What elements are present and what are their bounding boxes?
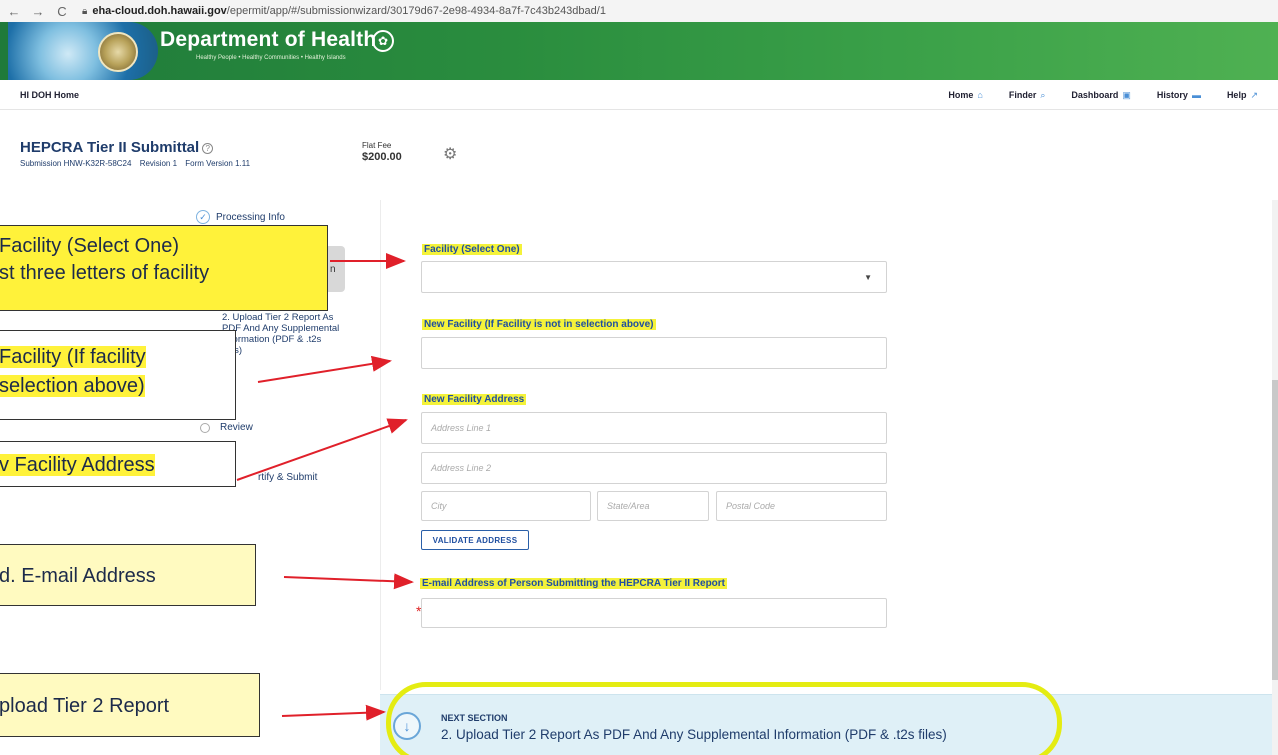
state-input[interactable]: State/Area	[597, 491, 709, 521]
nav-home[interactable]: Home ⌂	[948, 90, 982, 101]
city-input[interactable]: City	[421, 491, 591, 521]
banner-subtitle: Healthy People • Healthy Communities • H…	[196, 55, 346, 61]
submission-id: Submission HNW-K32R-58C24	[20, 159, 132, 168]
top-menu: Home ⌂ Finder ⌕ Dashboard ▣ History ▬ Help ↗	[948, 90, 1258, 101]
step-processing-info[interactable]: ✓ Processing Info	[196, 210, 285, 224]
nav-history[interactable]: History ▬	[1157, 90, 1201, 101]
url-host: eha-cloud.doh.hawaii.gov	[92, 5, 227, 17]
nav-dashboard[interactable]: Dashboard ▣	[1071, 90, 1131, 101]
callout-facility-select: Facility (Select One) st three letters o…	[0, 225, 328, 311]
revision: Revision 1	[139, 159, 178, 168]
callout-new-facility-address: v Facility Address	[0, 441, 236, 487]
chevron-down-icon: ▼	[864, 273, 872, 282]
banner-title: Department of Health	[160, 28, 377, 51]
arrow-to-next-section	[281, 704, 386, 721]
new-facility-label: New Facility (If Facility is not in sele…	[422, 319, 656, 330]
reload-icon[interactable]: C	[52, 4, 72, 19]
forward-icon[interactable]: →	[28, 4, 48, 19]
yellow-highlight-ring	[386, 682, 1062, 755]
step-circle-icon	[200, 422, 210, 433]
facility-select[interactable]: ▼	[421, 261, 887, 293]
browser-toolbar: ← → C 🔒︎ eha-cloud.doh.hawaii.gov/epermi…	[0, 0, 1278, 22]
external-link-icon: ↗	[1250, 90, 1258, 100]
email-input[interactable]	[421, 598, 887, 628]
dashboard-icon: ▣	[1122, 90, 1131, 100]
new-facility-address-label: New Facility Address	[422, 394, 527, 405]
back-icon[interactable]: ←	[4, 4, 24, 19]
search-icon: ⌕	[1040, 90, 1046, 100]
sidebar-divider	[380, 200, 381, 690]
arrow-to-new-facility	[257, 355, 392, 383]
step-active-label: n	[330, 264, 336, 275]
gear-icon[interactable]: ⚙	[443, 144, 457, 164]
callout-new-facility: Facility (If facility selection above)	[0, 330, 236, 420]
form-version: Form Version 1.11	[185, 159, 251, 168]
callout-email-address: d. E-mail Address	[0, 544, 256, 606]
arrow-to-email	[283, 573, 414, 590]
check-circle-icon: ✓	[196, 210, 210, 224]
nav-finder[interactable]: Finder ⌕	[1009, 90, 1046, 101]
callout-upload-report: pload Tier 2 Report	[0, 673, 260, 737]
postal-code-input[interactable]: Postal Code	[716, 491, 887, 521]
address-line2-input[interactable]: Address Line 2	[421, 452, 887, 484]
fee-value: $200.00	[362, 151, 402, 163]
flower-logo-icon: ✿	[372, 30, 394, 52]
submission-meta: Submission HNW-K32R-58C24 Revision 1 For…	[20, 159, 256, 168]
home-icon: ⌂	[977, 90, 983, 100]
step-certify-submit[interactable]: rtify & Submit	[258, 472, 317, 483]
hi-doh-home-link[interactable]: HI DOH Home	[20, 90, 79, 100]
validate-address-button[interactable]: VALIDATE ADDRESS	[421, 530, 529, 550]
fee-label: Flat Fee	[362, 141, 392, 150]
address-bar[interactable]: 🔒︎ eha-cloud.doh.hawaii.gov/epermit/app/…	[82, 5, 606, 17]
help-icon[interactable]: ?	[202, 142, 214, 154]
new-facility-input[interactable]	[421, 337, 887, 369]
page-title: HEPCRA Tier II Submittal?	[20, 139, 214, 156]
step-upload-report[interactable]: 2. Upload Tier 2 Report As PDF And Any S…	[222, 312, 342, 356]
site-banner: Department of Health ✿ Healthy People • …	[0, 22, 1278, 80]
top-navigation: HI DOH Home Home ⌂ Finder ⌕ Dashboard ▣ His…	[0, 80, 1278, 110]
scrollbar-thumb[interactable]	[1272, 380, 1278, 680]
url-path: /epermit/app/#/submissionwizard/30179d67…	[226, 5, 606, 17]
state-seal-logo	[98, 32, 138, 72]
step-review[interactable]: Review	[200, 422, 253, 433]
address-line1-input[interactable]: Address Line 1	[421, 412, 887, 444]
email-label: E-mail Address of Person Submitting the …	[420, 578, 728, 589]
facility-label: Facility (Select One)	[422, 244, 522, 255]
lock-icon: 🔒︎	[82, 5, 88, 17]
history-icon: ▬	[1191, 90, 1201, 100]
nav-help[interactable]: Help ↗	[1227, 90, 1258, 101]
